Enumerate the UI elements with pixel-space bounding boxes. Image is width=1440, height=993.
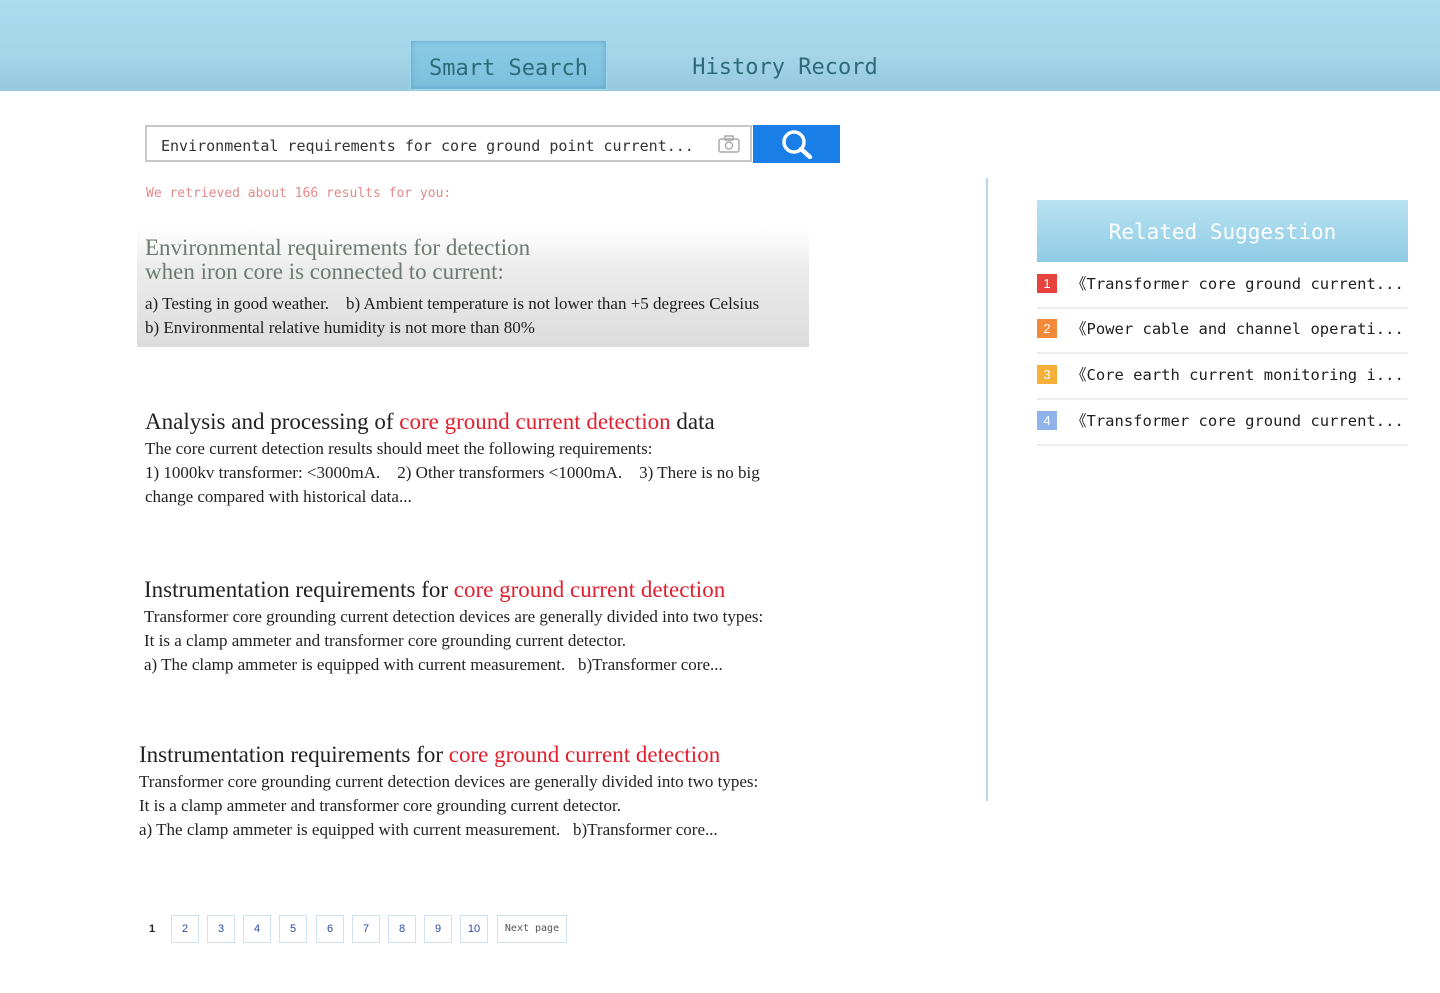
- page-link[interactable]: 10: [460, 915, 488, 943]
- title-highlight: core ground current detection: [448, 742, 721, 767]
- column-divider: [986, 178, 988, 801]
- page-link[interactable]: 4: [243, 915, 271, 943]
- result-item-1[interactable]: Environmental requirements for detection…: [137, 228, 809, 347]
- result-title[interactable]: Environmental requirements for detection…: [145, 236, 745, 284]
- result-snippet: Transformer core grounding current detec…: [144, 605, 809, 677]
- camera-icon[interactable]: [718, 135, 740, 153]
- snippet-line: 1) 1000kv transformer: <3000mA. 2) Other…: [145, 463, 760, 482]
- rank-badge: 1: [1037, 274, 1057, 293]
- page-link[interactable]: 9: [424, 915, 452, 943]
- top-navigation-bar: Smart Search History Record: [0, 0, 1440, 91]
- snippet-line: a) Testing in good weather. b) Ambient t…: [145, 294, 760, 313]
- result-snippet: a) Testing in good weather. b) Ambient t…: [145, 292, 759, 340]
- result-item-4[interactable]: Instrumentation requirements for core gr…: [139, 743, 804, 842]
- suggestion-item[interactable]: 3 《Core earth current monitoring i...: [1037, 354, 1408, 400]
- result-title[interactable]: Instrumentation requirements for core gr…: [139, 743, 804, 767]
- search-input[interactable]: [159, 134, 703, 158]
- snippet-line: The core current detection results shoul…: [145, 439, 653, 458]
- snippet-line: Transformer core grounding current detec…: [139, 772, 759, 791]
- related-suggestion-header: Related Suggestion: [1037, 200, 1408, 262]
- title-text: Instrumentation requirements for: [144, 577, 454, 602]
- title-text: data: [670, 409, 715, 434]
- suggestion-item[interactable]: 1 《Transformer core ground current...: [1037, 263, 1408, 309]
- search-button[interactable]: [753, 125, 840, 163]
- title-text: Instrumentation requirements for: [139, 742, 449, 767]
- rank-badge: 2: [1037, 319, 1057, 338]
- result-snippet: The core current detection results shoul…: [145, 437, 810, 509]
- page-current: 1: [148, 923, 156, 935]
- rank-badge: 3: [1037, 365, 1057, 384]
- result-title-line: when iron core is connected to current:: [145, 259, 504, 284]
- result-title-line: Environmental requirements for detection: [145, 235, 531, 260]
- page-link[interactable]: 5: [279, 915, 307, 943]
- result-item-3[interactable]: Instrumentation requirements for core gr…: [144, 578, 809, 677]
- suggestion-link[interactable]: 《Transformer core ground current...: [1071, 409, 1411, 431]
- search-box: [145, 125, 752, 162]
- rank-badge: 4: [1037, 411, 1057, 430]
- suggestion-item[interactable]: 4 《Transformer core ground current...: [1037, 400, 1408, 446]
- page-link[interactable]: 3: [207, 915, 235, 943]
- snippet-line: It is a clamp ammeter and transformer co…: [139, 796, 621, 815]
- tab-smart-search[interactable]: Smart Search: [410, 40, 607, 90]
- snippet-line: It is a clamp ammeter and transformer co…: [144, 631, 626, 650]
- page-link[interactable]: 7: [352, 915, 380, 943]
- snippet-line: Transformer core grounding current detec…: [144, 607, 764, 626]
- snippet-line: b) Environmental relative humidity is no…: [145, 318, 535, 337]
- title-highlight: core ground current detection: [453, 577, 726, 602]
- suggestion-link[interactable]: 《Transformer core ground current...: [1071, 272, 1411, 294]
- next-page-button[interactable]: Next page: [497, 915, 567, 943]
- title-highlight: core ground current detection: [399, 409, 671, 434]
- result-title[interactable]: Instrumentation requirements for core gr…: [144, 578, 809, 602]
- page-link[interactable]: 8: [388, 915, 416, 943]
- result-snippet: Transformer core grounding current detec…: [139, 770, 804, 842]
- result-item-2[interactable]: Analysis and processing of core ground c…: [145, 410, 810, 509]
- title-text: Analysis and processing of: [145, 409, 400, 434]
- snippet-line: change compared with historical data...: [145, 487, 412, 506]
- suggestion-item[interactable]: 2 《Power cable and channel operati...: [1037, 308, 1408, 354]
- tab-history-record[interactable]: History Record: [685, 40, 885, 88]
- magnifier-icon: [782, 130, 813, 159]
- page-link[interactable]: 6: [316, 915, 344, 943]
- snippet-line: a) The clamp ammeter is equipped with cu…: [139, 820, 718, 839]
- result-count: We retrieved about 166 results for you:: [146, 186, 452, 201]
- snippet-line: a) The clamp ammeter is equipped with cu…: [144, 655, 723, 674]
- suggestion-link[interactable]: 《Power cable and channel operati...: [1071, 317, 1411, 339]
- suggestion-link[interactable]: 《Core earth current monitoring i...: [1071, 363, 1411, 385]
- page-link[interactable]: 2: [171, 915, 199, 943]
- result-title[interactable]: Analysis and processing of core ground c…: [145, 410, 810, 434]
